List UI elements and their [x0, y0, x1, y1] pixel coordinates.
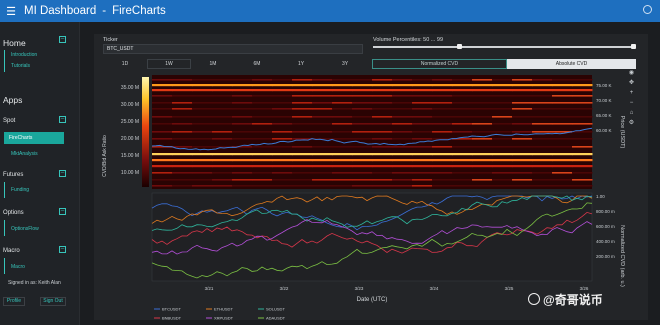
- cvd-panel: [151, 192, 593, 282]
- y-tick-left: 15.00 M: [121, 153, 139, 159]
- sidebar: Home – Introduction Tutorials Apps Spot …: [0, 22, 80, 325]
- y-axis-label-price: Price (USDT): [619, 116, 625, 149]
- sidebar-item-tutorials[interactable]: Tutorials: [11, 63, 30, 69]
- colorbar: [142, 77, 149, 187]
- y-tick-price: 70.00 K: [596, 98, 612, 103]
- divider: [4, 182, 5, 198]
- sidebar-item-optionsflow[interactable]: OptionsFlow: [11, 226, 39, 232]
- sidebar-heading-home: Home: [3, 38, 26, 48]
- y-tick-left: 30.00 M: [121, 102, 139, 108]
- y-tick-cvd: 1.00: [596, 194, 605, 199]
- gear-icon[interactable]: ◉: [628, 70, 635, 77]
- settings-icon[interactable]: ⚙: [628, 120, 635, 127]
- y-tick-left: 25.00 M: [121, 119, 139, 125]
- collapse-macro-toggle[interactable]: –: [59, 246, 66, 253]
- collapse-home-toggle[interactable]: –: [59, 36, 66, 43]
- x-tick: 3/21: [205, 286, 214, 291]
- pan-icon[interactable]: ✥: [628, 80, 635, 87]
- tab-1m[interactable]: 1M: [191, 59, 235, 69]
- sidebar-heading-spot: Spot: [3, 118, 16, 124]
- slider-handle-low[interactable]: [457, 44, 462, 49]
- main-panel: Ticker BTC_USDT Volume Percentiles: 50 .…: [94, 34, 648, 320]
- gear-icon[interactable]: [643, 5, 652, 14]
- y-tick-price: 60.00 K: [596, 128, 612, 133]
- y-tick-price: 65.00 K: [596, 113, 612, 118]
- ticker-label: Ticker: [103, 37, 118, 43]
- divider: [4, 220, 5, 236]
- divider: [4, 258, 5, 274]
- ticker-input[interactable]: BTC_USDT: [103, 44, 363, 54]
- tab-1y[interactable]: 1Y: [279, 59, 323, 69]
- tab-1d[interactable]: 1D: [103, 59, 147, 69]
- x-tick: 3/24: [430, 286, 439, 291]
- sidebar-heading-macro: Macro: [3, 248, 20, 254]
- y-axis-label-left: CVD/Bid Ask Ratio: [102, 135, 108, 177]
- legend-entry: ADAUSDT: [266, 316, 286, 321]
- y-tick-cvd: 200.00 m: [596, 254, 615, 259]
- x-tick: 3/25: [505, 286, 514, 291]
- profile-button[interactable]: Profile: [3, 297, 25, 306]
- slider-handle-high[interactable]: [631, 44, 636, 49]
- tab-6m[interactable]: 6M: [235, 59, 279, 69]
- y-axis-label-cvd: Normalized CVD (arb. u.): [619, 225, 625, 287]
- sidebar-item-funding[interactable]: Funding: [11, 187, 29, 193]
- x-axis-label: Date (UTC): [357, 297, 388, 303]
- tab-absolute-cvd[interactable]: Absolute CVD: [507, 59, 636, 69]
- x-tick: 3/22: [280, 286, 289, 291]
- sign-out-button[interactable]: Sign Out: [40, 297, 66, 306]
- sidebar-item-mktanalysis[interactable]: MktAnalysis: [11, 151, 38, 157]
- tab-3y[interactable]: 3Y: [323, 59, 367, 69]
- volume-percentiles-label: Volume Percentiles: 50 ... 99: [373, 37, 444, 43]
- top-bar: ☰ MI Dashboard - FireCharts: [0, 0, 660, 22]
- collapse-options-toggle[interactable]: –: [59, 208, 66, 215]
- reset-icon[interactable]: ⌂: [628, 110, 635, 117]
- sidebar-heading-options: Options: [3, 210, 24, 216]
- menu-icon[interactable]: ☰: [4, 5, 18, 18]
- collapse-spot-toggle[interactable]: –: [59, 116, 66, 123]
- signed-in-text: Signed in as: Keith Alan: [8, 280, 61, 286]
- sidebar-item-firecharts[interactable]: FireCharts: [4, 132, 64, 144]
- firechart-plot[interactable]: 35.00 M 30.00 M 25.00 M 20.00 M 15.00 M 10.00…: [94, 72, 648, 320]
- legend-entry: BTCUSDT: [162, 307, 181, 312]
- y-tick-left: 10.00 M: [121, 170, 139, 176]
- legend-entry: XRPUSDT: [214, 316, 234, 321]
- plot-toolbar: ◉ ✥ + − ⌂ ⚙: [628, 70, 642, 130]
- sidebar-item-macro[interactable]: Macro: [11, 264, 25, 270]
- heatmap: [151, 75, 593, 189]
- app-title: MI Dashboard - FireCharts: [24, 5, 166, 17]
- sidebar-heading-futures: Futures: [3, 172, 24, 178]
- y-tick-left: 35.00 M: [121, 85, 139, 91]
- sidebar-heading-apps: Apps: [3, 95, 23, 105]
- zoom-in-icon[interactable]: +: [628, 90, 635, 97]
- watermark-text: @奇哥说币: [543, 293, 603, 307]
- tab-normalized-cvd[interactable]: Normalized CVD: [372, 59, 507, 69]
- x-tick: 3/23: [355, 286, 364, 291]
- y-tick-cvd: 800.00 m: [596, 209, 615, 214]
- y-tick-cvd: 600.00 m: [596, 224, 615, 229]
- legend-entry: BNBUSDT: [162, 316, 182, 321]
- volume-percentile-slider[interactable]: [373, 46, 635, 48]
- y-tick-left: 20.00 M: [121, 136, 139, 142]
- divider: [4, 50, 5, 72]
- legend-entry: ETHUSDT: [214, 307, 233, 312]
- y-tick-price: 75.00 K: [596, 83, 612, 88]
- legend-entry: SOLUSDT: [266, 307, 285, 312]
- sidebar-item-introduction[interactable]: Introduction: [11, 52, 37, 58]
- watermark-logo: [528, 293, 540, 305]
- collapse-futures-toggle[interactable]: –: [59, 170, 66, 177]
- tab-1w[interactable]: 1W: [147, 59, 191, 69]
- y-tick-cvd: 400.00 m: [596, 239, 615, 244]
- zoom-out-icon[interactable]: −: [628, 100, 635, 107]
